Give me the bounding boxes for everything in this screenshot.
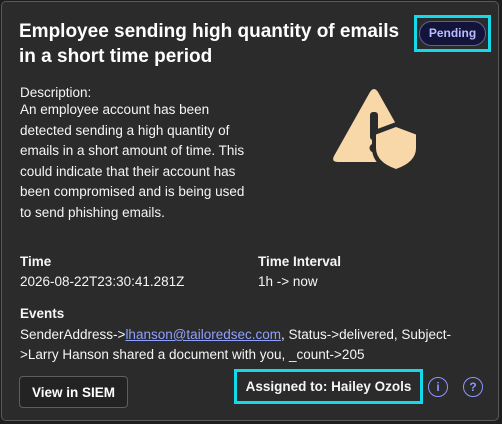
- events-prefix: SenderAddress->: [20, 327, 126, 342]
- view-in-siem-button[interactable]: View in SIEM: [19, 376, 128, 408]
- events-label: Events: [20, 306, 65, 321]
- description-text: An employee account has been detected se…: [20, 102, 245, 220]
- time-label: Time: [20, 254, 52, 269]
- info-icon-glyph: i: [436, 380, 440, 394]
- sender-email-link[interactable]: lhanson@tailoredsec.com: [125, 327, 281, 342]
- status-highlight: Pending: [414, 15, 491, 52]
- status-badge: Pending: [418, 21, 487, 46]
- time-interval-value: 1h -> now: [258, 274, 318, 289]
- time-value: 2026-08-22T23:30:41.281Z: [20, 274, 185, 289]
- time-interval-label: Time Interval: [258, 254, 342, 269]
- alert-card: Employee sending high quantity of emails…: [1, 1, 499, 421]
- assigned-to-label: Assigned to: Hailey Ozols: [245, 379, 412, 394]
- info-icon[interactable]: i: [428, 377, 448, 397]
- alert-title: Employee sending high quantity of emails…: [19, 21, 400, 67]
- assigned-to[interactable]: Assigned to: Hailey Ozols: [234, 369, 423, 404]
- warning-shield-icon: [333, 89, 420, 174]
- events-text: SenderAddress->lhanson@tailoredsec.com, …: [20, 325, 480, 365]
- help-icon-glyph: ?: [469, 380, 477, 394]
- help-icon[interactable]: ?: [463, 377, 483, 397]
